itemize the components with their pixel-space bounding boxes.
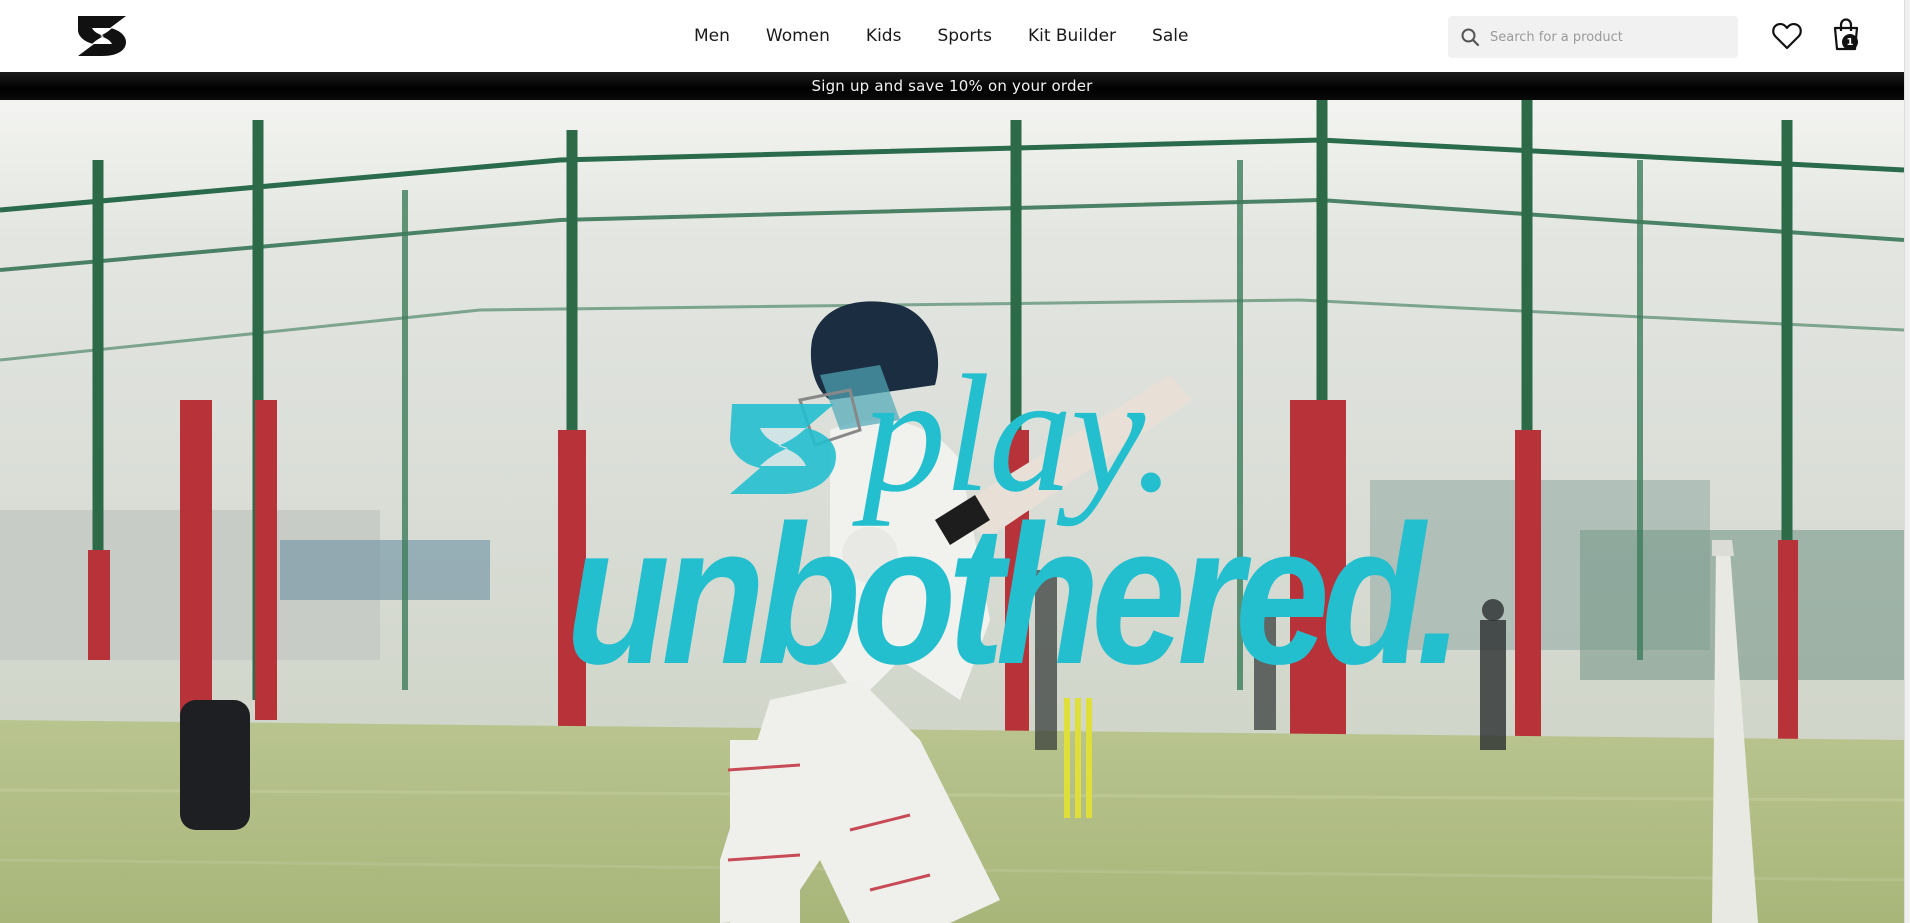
search-icon[interactable]	[1460, 27, 1480, 47]
nav-women[interactable]: Women	[748, 26, 848, 46]
nav-kit-builder[interactable]: Kit Builder	[1010, 26, 1134, 46]
promo-text[interactable]: Sign up and save 10% on your order	[811, 77, 1092, 95]
search-box	[1448, 16, 1738, 58]
hero-banner[interactable]: play. unbothered.	[0, 100, 1904, 923]
search-input[interactable]	[1490, 16, 1730, 58]
page: Men Women Kids Sports Kit Builder Sale S…	[0, 0, 1904, 923]
nav-sports[interactable]: Sports	[919, 26, 1010, 46]
nav-kids[interactable]: Kids	[848, 26, 920, 46]
nav-sale[interactable]: Sale	[1134, 26, 1206, 46]
hero-headline-line-2: unbothered.	[566, 484, 1464, 705]
promo-bar: Sign up and save 10% on your order	[0, 72, 1904, 100]
page-scrollbar[interactable]	[1904, 0, 1910, 923]
heart-icon[interactable]	[1772, 22, 1802, 50]
brand-logo[interactable]	[74, 14, 130, 58]
cart-count-badge: 1	[1842, 34, 1858, 50]
site-header: Men Women Kids Sports Kit Builder Sale S…	[0, 0, 1904, 72]
nav-men[interactable]: Men	[676, 26, 748, 46]
main-nav: Men Women Kids Sports Kit Builder Sale	[676, 0, 1206, 72]
